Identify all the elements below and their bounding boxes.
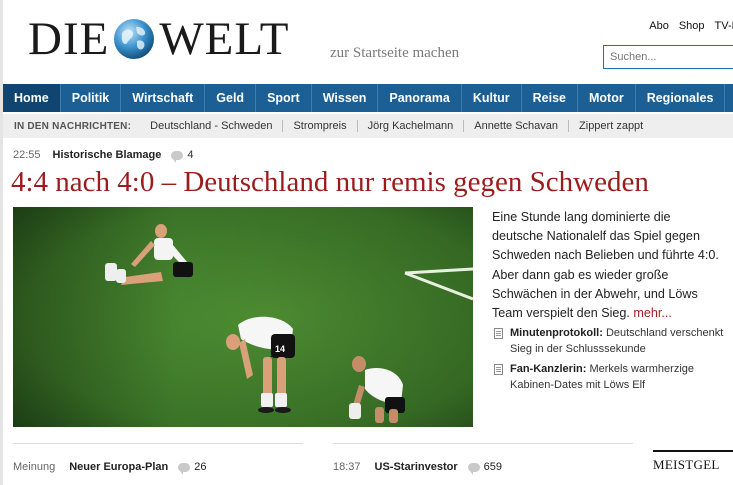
top-links: Abo Shop TV-P [649,20,733,32]
football-players-photo: 14 14 [13,207,473,427]
comment-icon [171,150,184,163]
bottom-left-kicker[interactable]: Neuer Europa-Plan [69,461,168,473]
ticker-link-zippert[interactable]: Zippert zappt [569,120,653,132]
lead-meta: 22:55 Historische Blamage 4 [13,149,193,163]
related-title[interactable]: Minutenprotokoll: [510,327,603,339]
related-text-block: Minutenprotokoll: Deutschland verschenkt… [510,325,724,357]
die-welt-logo[interactable]: DIE WELT [28,14,290,64]
divider [13,443,303,444]
comment-icon [467,462,480,475]
lead-comment-count[interactable]: 4 [187,149,193,161]
document-icon [494,364,503,375]
related-text-block: Fan-Kanzlerin: Merkels warmherzige Kabin… [510,361,724,393]
nav-item-more[interactable]: Me [725,84,733,112]
lead-teaser: Eine Stunde lang dominierte die deutsche… [492,208,722,323]
startseite-link[interactable]: zur Startseite machen [330,45,459,62]
nav-item-sport[interactable]: Sport [256,84,312,112]
lead-headline[interactable]: 4:4 nach 4:0 – Deutschland nur remis geg… [11,166,649,199]
main-navigation: Home Politik Wirtschaft Geld Sport Wisse… [3,84,733,112]
bottom-middle-time: 18:37 [333,461,361,473]
left-border [0,0,3,485]
ticker-link-strompreis[interactable]: Strompreis [283,120,358,132]
lead-photo[interactable]: 14 14 [13,207,473,427]
lead-kicker[interactable]: Historische Blamage [53,149,162,161]
related-item-fan-kanzlerin[interactable]: Fan-Kanzlerin: Merkels warmherzige Kabin… [494,361,724,393]
logo-word-welt: WELT [159,13,290,65]
news-ticker: IN DEN NACHRICHTEN: Deutschland - Schwed… [3,114,733,138]
bottom-middle-comments[interactable]: 659 [484,461,502,473]
bottom-left-label: Meinung [13,461,56,473]
ticker-link-kachelmann[interactable]: Jörg Kachelmann [358,120,465,132]
bottom-middle-kicker[interactable]: US-Starinvestor [375,461,458,473]
meistgelesen-heading[interactable]: MEISTGEL [653,457,720,473]
bottom-teaser-middle: 18:37 US-Starinvestor 659 [333,461,502,475]
ticker-link-deutschland-schweden[interactable]: Deutschland - Schweden [140,120,284,132]
nav-item-wirtschaft[interactable]: Wirtschaft [121,84,206,112]
bottom-left-comments[interactable]: 26 [194,461,206,473]
search-input[interactable] [603,45,733,69]
nav-item-kultur[interactable]: Kultur [462,84,522,112]
nav-item-panorama[interactable]: Panorama [378,84,462,112]
tv-link[interactable]: TV-P [715,20,733,32]
document-icon [494,328,503,339]
shop-link[interactable]: Shop [679,20,705,32]
abo-link[interactable]: Abo [649,20,669,32]
svg-text:14: 14 [275,344,285,354]
logo-word-die: DIE [28,13,110,65]
meistgelesen-rule [653,450,733,452]
nav-item-regionales[interactable]: Regionales [636,84,726,112]
ticker-label: IN DEN NACHRICHTEN: [14,120,132,132]
related-title[interactable]: Fan-Kanzlerin: [510,363,586,375]
bottom-teaser-left: Meinung Neuer Europa-Plan 26 [13,461,206,475]
comment-icon [178,462,191,475]
globe-icon [114,19,155,59]
more-link[interactable]: mehr... [633,306,672,320]
nav-item-home[interactable]: Home [3,84,61,112]
ticker-link-schavan[interactable]: Annette Schavan [464,120,570,132]
nav-item-politik[interactable]: Politik [61,84,122,112]
nav-item-wissen[interactable]: Wissen [312,84,379,112]
related-item-minutenprotokoll[interactable]: Minutenprotokoll: Deutschland verschenkt… [494,325,724,357]
nav-item-motor[interactable]: Motor [578,84,636,112]
nav-item-geld[interactable]: Geld [205,84,257,112]
lead-teaser-text: Eine Stunde lang dominierte die deutsche… [492,210,719,321]
divider [333,443,633,444]
lead-time: 22:55 [13,149,41,161]
nav-item-reise[interactable]: Reise [522,84,578,112]
